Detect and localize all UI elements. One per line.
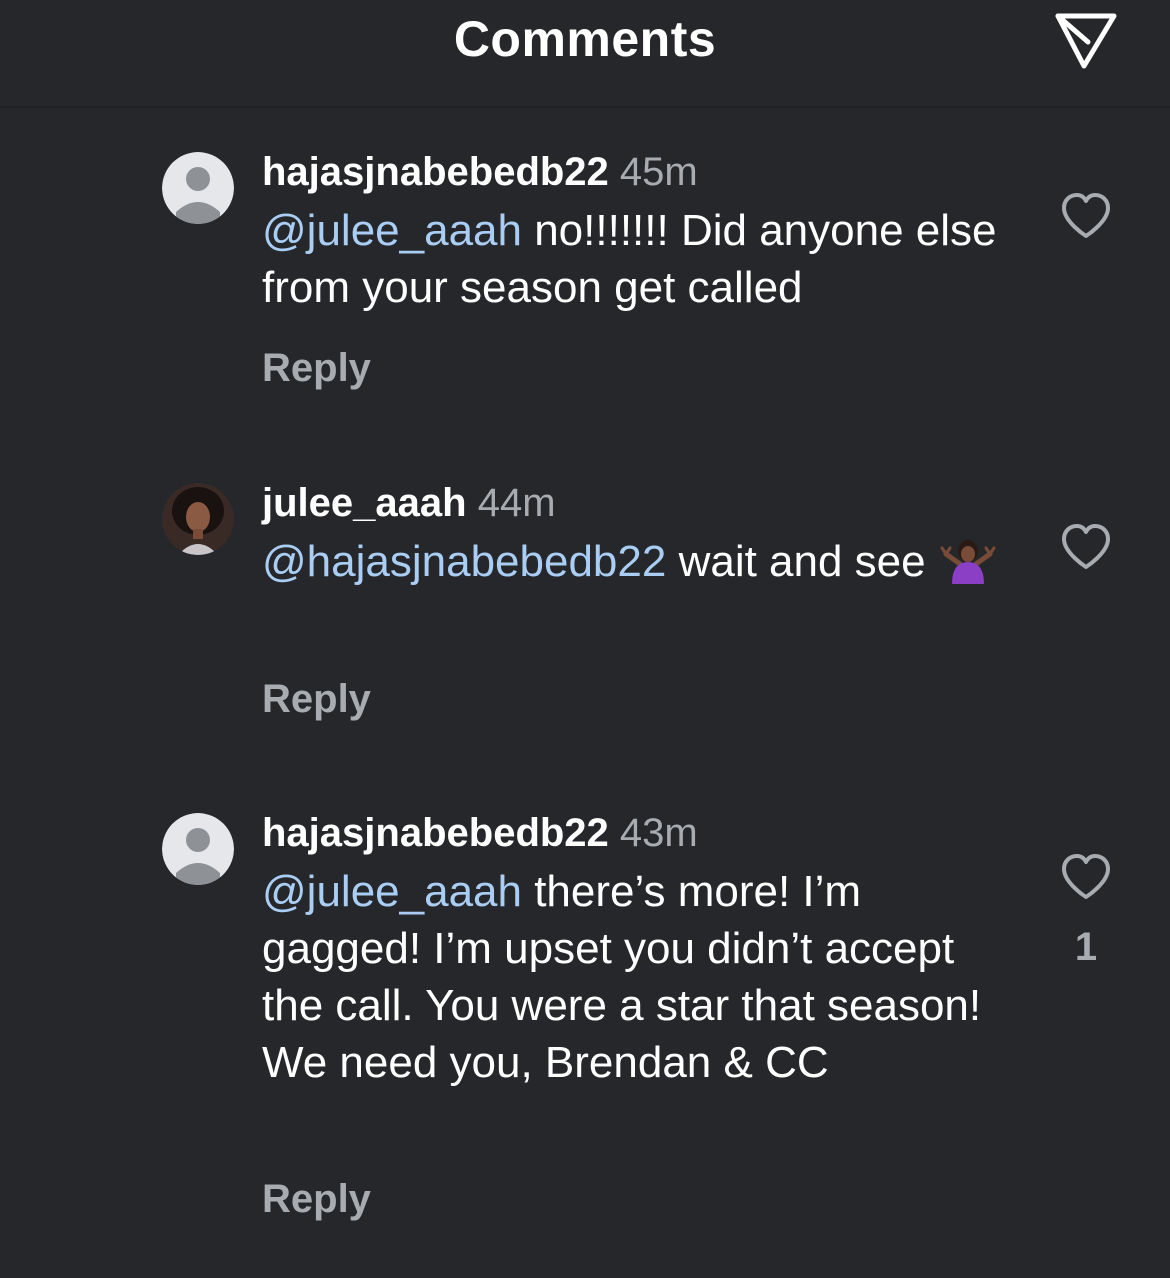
heart-outline-icon[interactable] — [1060, 853, 1112, 901]
comment-mention[interactable]: @julee_aaah — [262, 867, 522, 916]
comment-text: @julee_aaah there’s more! I’m gagged! I’… — [262, 863, 982, 1091]
default-avatar-icon[interactable] — [162, 152, 234, 224]
comment-body: wait and see — [666, 537, 926, 586]
comment-header: hajasjnabebedb22 45m — [262, 150, 698, 194]
heart-outline-icon[interactable] — [1060, 523, 1112, 571]
profile-photo[interactable] — [162, 483, 234, 555]
page-title: Comments — [453, 11, 717, 67]
comment-mention[interactable]: @julee_aaah — [262, 206, 522, 255]
comment-text: @julee_aaah no!!!!!!! Did anyone else fr… — [262, 202, 1022, 316]
like-count[interactable]: 1 — [1060, 925, 1112, 970]
reply-button[interactable]: Reply — [262, 1177, 371, 1222]
default-avatar-icon[interactable] — [162, 813, 234, 885]
comment-mention[interactable]: @hajasjnabebedb22 — [262, 537, 666, 586]
comments-screen: Comments hajasjnabebedb22 45m @julee_aaa… — [0, 0, 1170, 1278]
heart-outline-icon[interactable] — [1060, 192, 1112, 240]
comment-time: 43m — [619, 811, 698, 855]
comment-header: hajasjnabebedb22 43m — [262, 811, 698, 855]
reply-button[interactable]: Reply — [262, 346, 371, 391]
comment-time: 44m — [477, 481, 556, 525]
comment-username[interactable]: hajasjnabebedb22 — [262, 811, 609, 855]
shrug-emoji — [938, 536, 998, 598]
paper-plane-icon[interactable] — [1052, 8, 1120, 72]
comment-username[interactable]: julee_aaah — [262, 481, 467, 525]
comment-text: @hajasjnabebedb22 wait and see — [262, 533, 1022, 598]
comment-username[interactable]: hajasjnabebedb22 — [262, 150, 609, 194]
comments-header: Comments — [0, 0, 1170, 108]
comment-header: julee_aaah 44m — [262, 481, 556, 525]
comment-time: 45m — [619, 150, 698, 194]
reply-button[interactable]: Reply — [262, 677, 371, 722]
